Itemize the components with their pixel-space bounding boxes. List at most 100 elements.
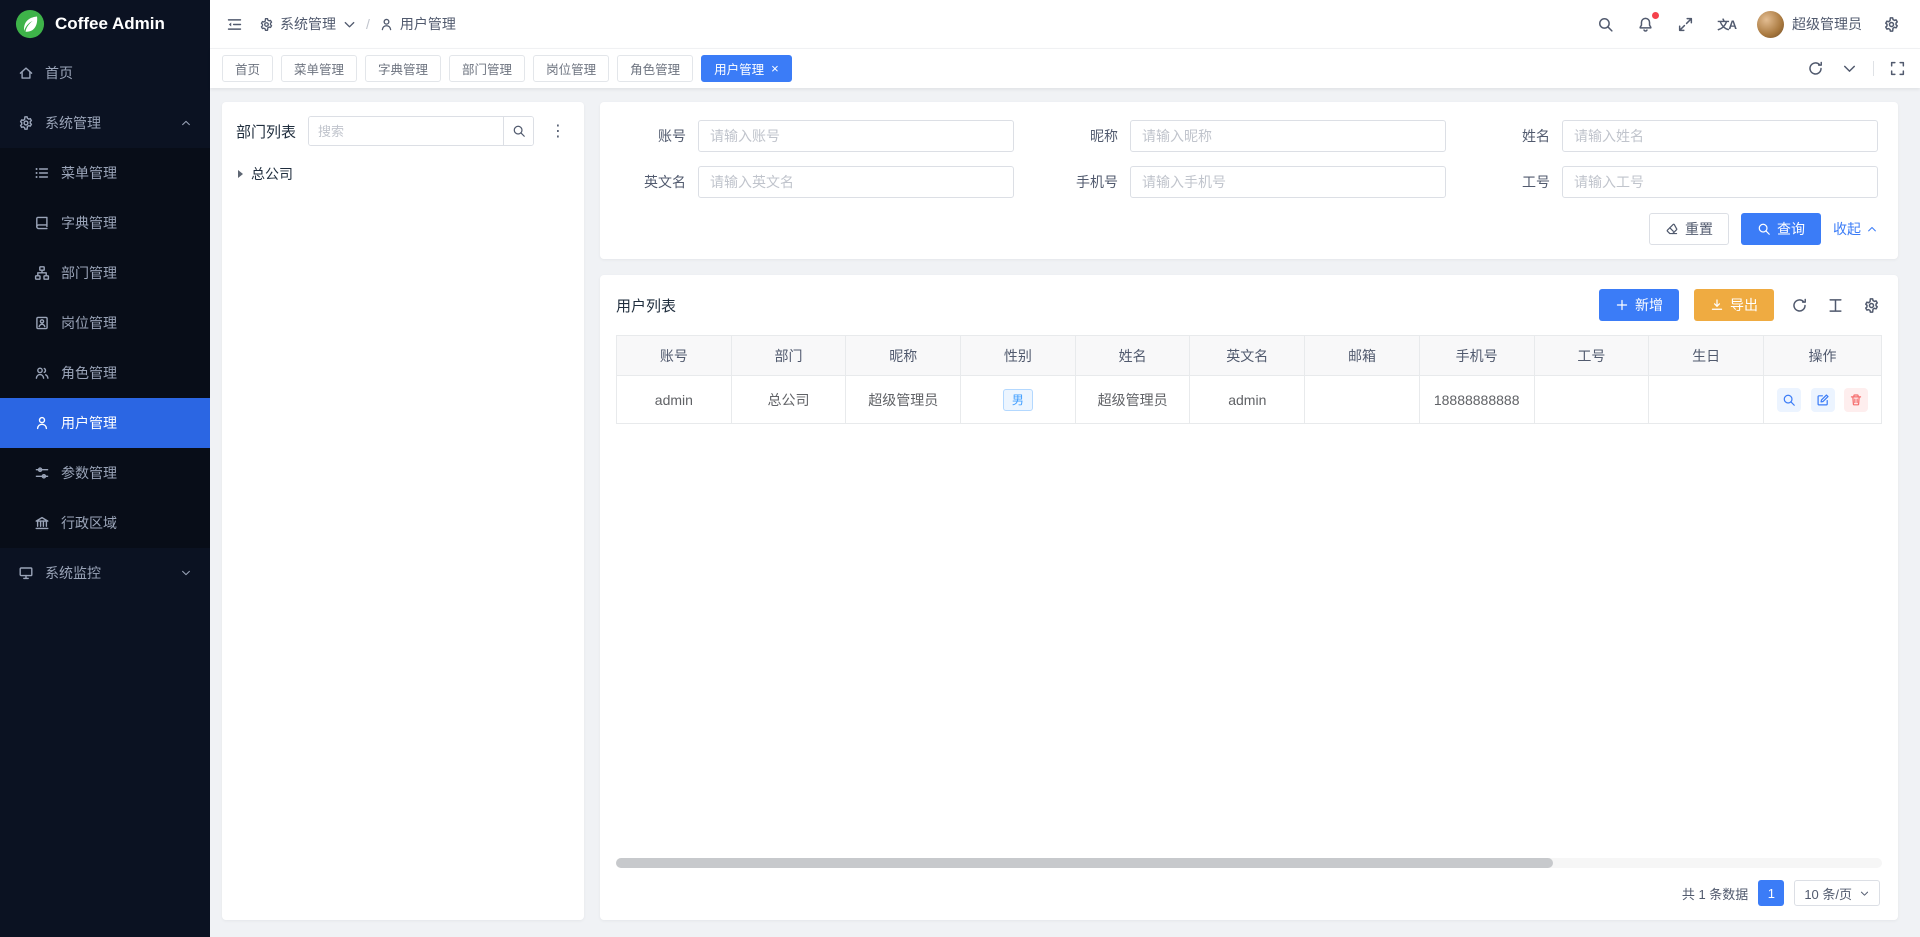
content: 部门列表 ⋮ 总公司: [210, 88, 1920, 937]
breadcrumb-item-users[interactable]: 用户管理: [379, 14, 456, 34]
gear-icon: [1863, 297, 1880, 314]
tabs-refresh-button[interactable]: [1805, 58, 1826, 79]
breadcrumb-separator: /: [366, 16, 370, 32]
tree-item-company[interactable]: 总公司: [236, 161, 570, 187]
horizontal-scrollbar[interactable]: [616, 858, 1882, 868]
form-item-nickname: 昵称: [1052, 120, 1446, 152]
edit-button[interactable]: [1811, 388, 1835, 412]
delete-button[interactable]: [1844, 388, 1868, 412]
scrollbar-thumb[interactable]: [616, 858, 1553, 868]
add-button[interactable]: 新增: [1599, 289, 1679, 321]
tab-dept-mgmt[interactable]: 部门管理: [449, 55, 525, 82]
name-input[interactable]: [1562, 120, 1878, 152]
sidebar-group-monitor[interactable]: 系统监控: [0, 548, 210, 598]
tab-menu-mgmt[interactable]: 菜单管理: [281, 55, 357, 82]
list-icon: [34, 165, 50, 181]
user-menu[interactable]: 超级管理员: [1757, 11, 1862, 38]
column-header-birthday: 生日: [1649, 336, 1764, 376]
view-button[interactable]: [1777, 388, 1801, 412]
work-no-input[interactable]: [1562, 166, 1878, 198]
notifications-button[interactable]: [1635, 14, 1656, 35]
chevron-down-icon: [342, 17, 357, 32]
tab-user-mgmt[interactable]: 用户管理 ×: [701, 55, 792, 82]
pagination-total: 共 1 条数据: [1682, 884, 1748, 903]
department-panel-title: 部门列表: [236, 121, 296, 142]
table-header-row: 账号 部门 昵称 性别 姓名 英文名 邮箱 手机号 工号 生日 操作: [617, 336, 1882, 376]
chevron-down-icon: [1859, 888, 1870, 899]
tab-role-mgmt[interactable]: 角色管理: [617, 55, 693, 82]
column-height-button[interactable]: [1825, 295, 1846, 316]
department-tree: 总公司: [236, 161, 570, 187]
sidebar-item-post-mgmt[interactable]: 岗位管理: [0, 298, 210, 348]
tree-item-label: 总公司: [251, 164, 293, 184]
reset-button-label: 重置: [1685, 219, 1713, 239]
english-name-input[interactable]: [698, 166, 1014, 198]
sidebar-item-region-mgmt[interactable]: 行政区域: [0, 498, 210, 548]
gender-tag: 男: [1003, 389, 1033, 411]
avatar: [1757, 11, 1784, 38]
search-icon: [512, 124, 526, 138]
table-settings-button[interactable]: [1861, 295, 1882, 316]
user-table: 账号 部门 昵称 性别 姓名 英文名 邮箱 手机号 工号 生日 操作: [616, 335, 1882, 424]
nickname-input[interactable]: [1130, 120, 1446, 152]
department-search-input[interactable]: [309, 117, 503, 145]
sidebar-collapse-button[interactable]: [224, 14, 245, 35]
global-search-button[interactable]: [1595, 14, 1616, 35]
account-input[interactable]: [698, 120, 1014, 152]
chevron-up-icon: [180, 117, 192, 129]
tab-dict-mgmt[interactable]: 字典管理: [365, 55, 441, 82]
page-size-select[interactable]: 10 条/页: [1794, 880, 1880, 906]
tab-home[interactable]: 首页: [222, 55, 273, 82]
tab-label: 岗位管理: [546, 59, 596, 78]
query-button[interactable]: 查询: [1741, 213, 1821, 245]
fullscreen-button[interactable]: [1675, 14, 1696, 35]
delete-icon: [1849, 393, 1863, 407]
page-1-button[interactable]: 1: [1758, 880, 1784, 906]
translate-button[interactable]: 文A: [1715, 14, 1738, 35]
app-title: Coffee Admin: [55, 14, 165, 34]
main-area: 系统管理 / 用户管理: [210, 0, 1920, 937]
export-button[interactable]: 导出: [1694, 289, 1774, 321]
refresh-table-button[interactable]: [1789, 295, 1810, 316]
department-more-button[interactable]: ⋮: [546, 119, 570, 143]
app-root: Coffee Admin 首页 系统管理 菜单管理 字典管理: [0, 0, 1920, 937]
sidebar-item-param-mgmt[interactable]: 参数管理: [0, 448, 210, 498]
tab-label: 角色管理: [630, 59, 680, 78]
table-toolbar: 新增 导出: [1599, 289, 1882, 321]
content-fullscreen-button[interactable]: [1887, 58, 1908, 79]
table-title: 用户列表: [616, 295, 676, 316]
breadcrumb-label: 系统管理: [280, 14, 336, 34]
collapse-form-button[interactable]: 收起: [1833, 219, 1878, 239]
sidebar-item-role-mgmt[interactable]: 角色管理: [0, 348, 210, 398]
reset-icon: [1665, 222, 1679, 236]
column-header-email: 邮箱: [1305, 336, 1420, 376]
chevron-down-icon: [180, 567, 192, 579]
breadcrumb: 系统管理 / 用户管理: [259, 14, 456, 34]
app-logo[interactable]: Coffee Admin: [0, 0, 210, 48]
tab-post-mgmt[interactable]: 岗位管理: [533, 55, 609, 82]
sidebar-item-label: 角色管理: [61, 363, 117, 383]
bank-icon: [34, 515, 50, 531]
phone-input[interactable]: [1130, 166, 1446, 198]
settings-button[interactable]: [1881, 14, 1902, 35]
reset-button[interactable]: 重置: [1649, 213, 1729, 245]
sidebar-item-user-mgmt[interactable]: 用户管理: [0, 398, 210, 448]
sidebar-item-dept-mgmt[interactable]: 部门管理: [0, 248, 210, 298]
field-label: 姓名: [1484, 126, 1550, 146]
sidebar: Coffee Admin 首页 系统管理 菜单管理 字典管理: [0, 0, 210, 937]
search-form-card: 账号 昵称 姓名 英文名: [600, 102, 1898, 259]
view-icon: [1782, 393, 1796, 407]
badge-icon: [34, 315, 50, 331]
tabs-menu-button[interactable]: [1839, 58, 1860, 79]
sidebar-item-menu-mgmt[interactable]: 菜单管理: [0, 148, 210, 198]
sidebar-item-dict-mgmt[interactable]: 字典管理: [0, 198, 210, 248]
column-header-operations: 操作: [1764, 336, 1882, 376]
cell-account: admin: [617, 376, 732, 424]
sidebar-item-home[interactable]: 首页: [0, 48, 210, 98]
field-label: 账号: [620, 126, 686, 146]
sidebar-group-system[interactable]: 系统管理: [0, 98, 210, 148]
department-search-button[interactable]: [503, 117, 533, 145]
breadcrumb-item-system[interactable]: 系统管理: [259, 14, 357, 34]
tab-close-icon[interactable]: ×: [771, 62, 779, 75]
tab-label: 首页: [235, 59, 260, 78]
